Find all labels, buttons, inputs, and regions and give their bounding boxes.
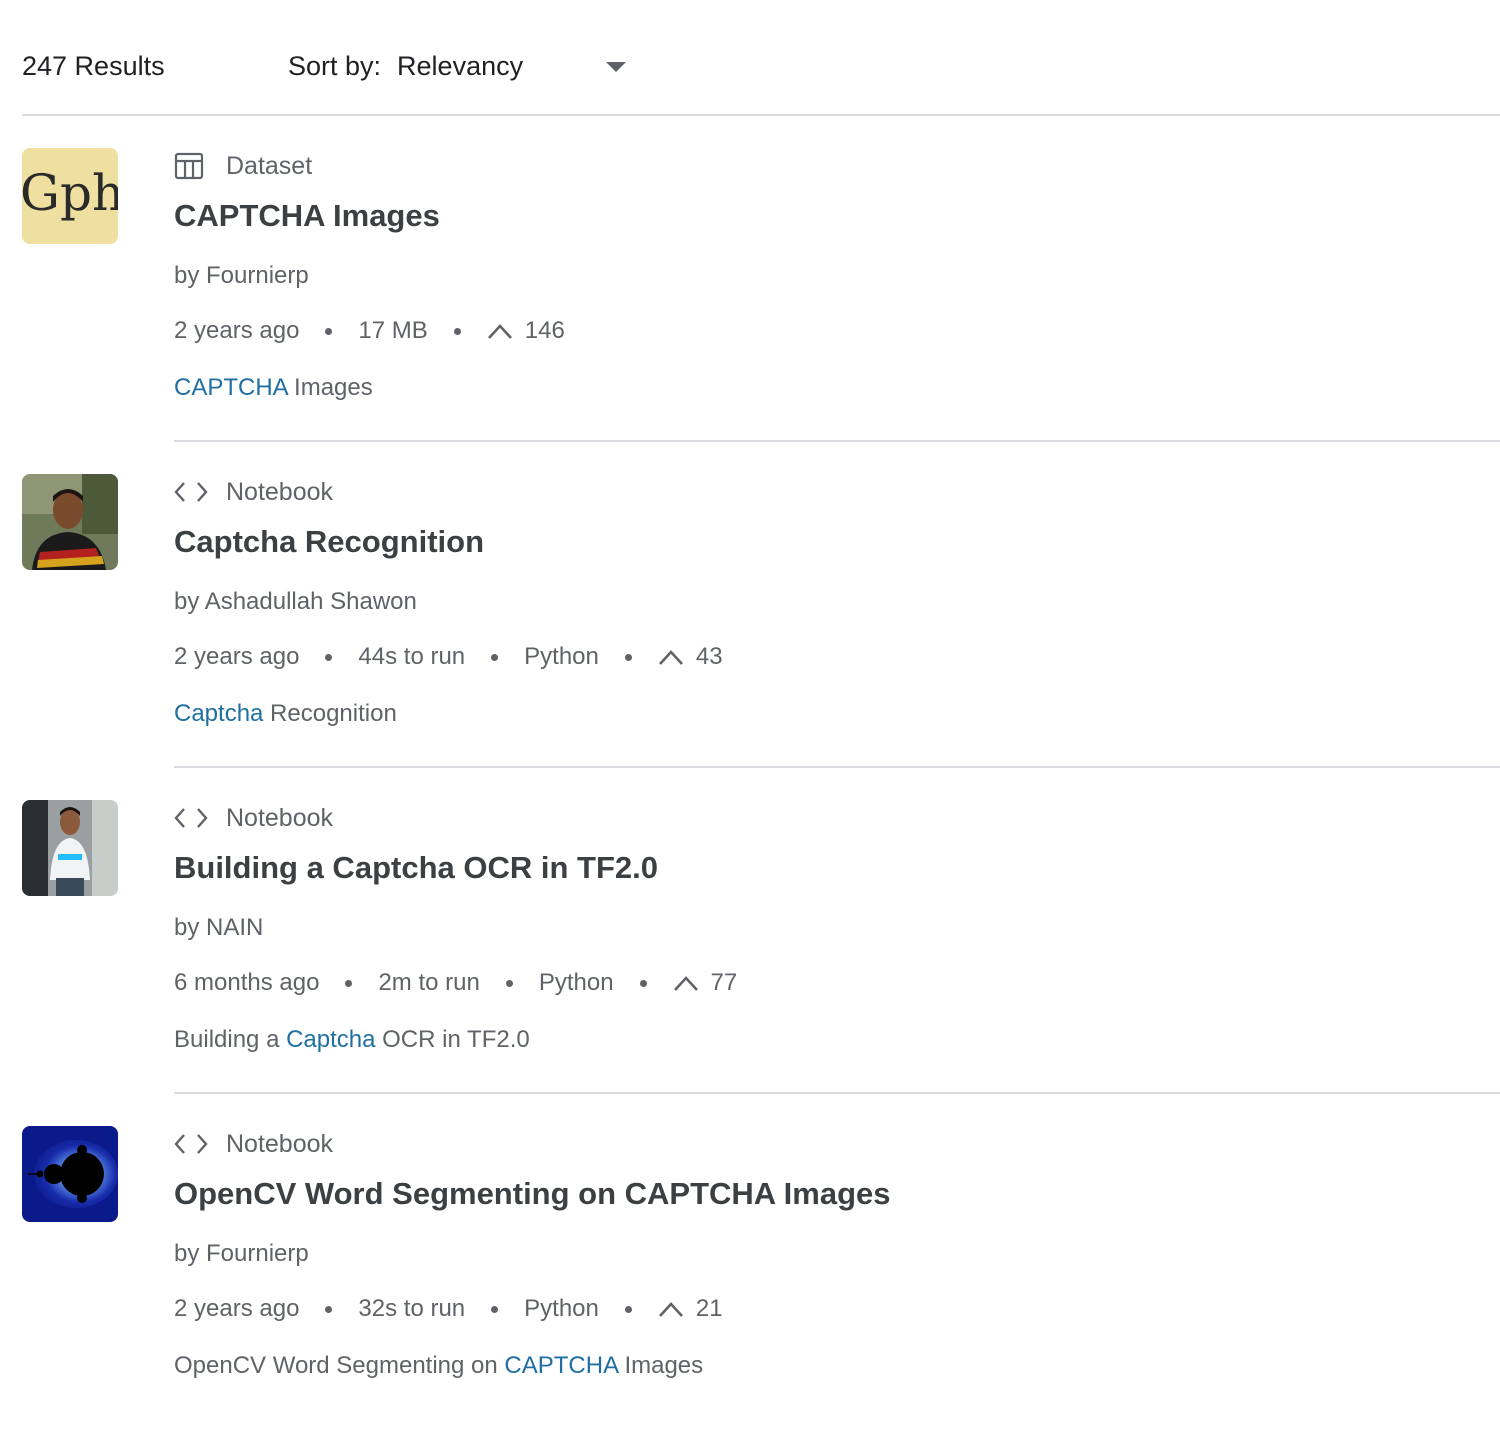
upvote-icon [658,1302,683,1317]
upvote-icon [658,650,683,665]
result-type: Notebook [174,1126,333,1162]
separator-dot [325,653,333,661]
divider [174,766,1500,768]
meta-runtime: 44s to run [358,643,466,670]
result-author[interactable]: by Ashadullah Shawon [174,588,417,616]
separator-dot [639,979,647,987]
separator-dot [624,653,632,661]
meta-size: 17 MB [358,317,428,344]
snippet-highlight: CAPTCHA [504,1352,618,1379]
sort-value[interactable]: Relevancy [397,51,523,82]
meta-age: 2 years ago [174,317,300,344]
snippet-highlight: CAPTCHA [174,374,288,401]
separator-dot [491,653,499,661]
vote-count: 43 [695,643,723,670]
result-snippet: OpenCV Word Segmenting on CAPTCHA Images [174,1352,703,1380]
result-meta: 2 years ago 44s to run Python 43 [174,640,723,674]
upvote-button[interactable]: 43 [658,643,723,671]
table-icon [174,151,208,181]
results-toolbar: 247 Results Sort by: Relevancy [22,40,1500,92]
type-label: Notebook [226,1129,334,1158]
divider [174,1092,1500,1094]
result-type: Notebook [174,474,333,510]
result-snippet: CAPTCHA Images [174,374,373,402]
meta-age: 2 years ago [174,1295,300,1322]
upvote-icon [487,324,512,339]
result-meta: 2 years ago 32s to run Python 21 [174,1292,723,1326]
result-author[interactable]: by Fournierp [174,1240,309,1268]
result-title[interactable]: Building a Captcha OCR in TF2.0 [174,850,658,886]
code-icon [174,1129,208,1159]
snippet-text: Images [287,374,373,401]
code-icon [174,477,208,507]
upvote-button[interactable]: 146 [487,317,565,345]
meta-age: 2 years ago [174,643,300,670]
result-snippet: Captcha Recognition [174,700,397,728]
user-avatar-shawon[interactable] [22,474,118,570]
user-avatar-nain[interactable] [22,800,118,896]
type-label: Notebook [226,477,334,506]
result-snippet: Building a Captcha OCR in TF2.0 [174,1026,530,1054]
sort-label: Sort by: [288,50,382,81]
result-title[interactable]: Captcha Recognition [174,524,484,560]
separator-dot [345,979,353,987]
type-label: Notebook [226,803,334,832]
separator-dot [325,327,333,335]
results-count: 247 Results [22,50,165,81]
divider [22,114,1500,116]
upvote-button[interactable]: 77 [673,969,738,997]
separator-dot [624,1305,632,1313]
code-icon [174,803,208,833]
meta-language: Python [538,969,614,996]
result-item: Notebook Captcha Recognition by Ashadull… [0,474,1500,800]
captcha-thumb-text: Gph [22,164,118,222]
meta-runtime: 32s to run [358,1295,466,1322]
snippet-text: Building a [174,1026,287,1053]
result-title[interactable]: OpenCV Word Segmenting on CAPTCHA Images [174,1176,891,1212]
upvote-button[interactable]: 21 [658,1295,723,1323]
result-item: Gph Dataset CAPTCHA Images by Fournierp … [0,148,1500,474]
mandelbrot-thumbnail[interactable] [22,1126,118,1222]
result-title[interactable]: CAPTCHA Images [174,198,440,234]
snippet-text: Images [617,1352,704,1379]
result-item: Notebook OpenCV Word Segmenting on CAPTC… [0,1126,1500,1452]
meta-language: Python [524,1295,599,1322]
divider [174,440,1500,442]
snippet-text: Recognition [263,700,397,727]
result-type: Dataset [174,148,312,184]
vote-count: 146 [524,317,565,344]
meta-age: 6 months ago [174,969,320,996]
meta-runtime: 2m to run [378,969,480,996]
separator-dot [325,1305,333,1313]
result-author[interactable]: by NAIN [174,914,263,942]
result-meta: 2 years ago 17 MB 146 [174,314,565,348]
snippet-highlight: Captcha [174,700,264,727]
upvote-icon [673,976,698,991]
separator-dot [505,979,513,987]
type-label: Dataset [226,151,313,180]
captcha-text-thumbnail[interactable]: Gph [22,148,118,244]
result-meta: 6 months ago 2m to run Python 77 [174,966,737,1000]
vote-count: 77 [710,969,738,996]
snippet-text: OpenCV Word Segmenting on [174,1352,505,1379]
separator-dot [453,327,461,335]
sort-dropdown[interactable]: Sort by: Relevancy [288,40,626,92]
caret-down-icon[interactable] [606,62,626,72]
separator-dot [491,1305,499,1313]
snippet-text: OCR in TF2.0 [375,1026,530,1053]
vote-count: 21 [695,1295,723,1322]
snippet-highlight: Captcha [286,1026,376,1053]
result-type: Notebook [174,800,333,836]
meta-language: Python [524,643,599,670]
result-author[interactable]: by Fournierp [174,262,309,290]
result-item: Notebook Building a Captcha OCR in TF2.0… [0,800,1500,1126]
